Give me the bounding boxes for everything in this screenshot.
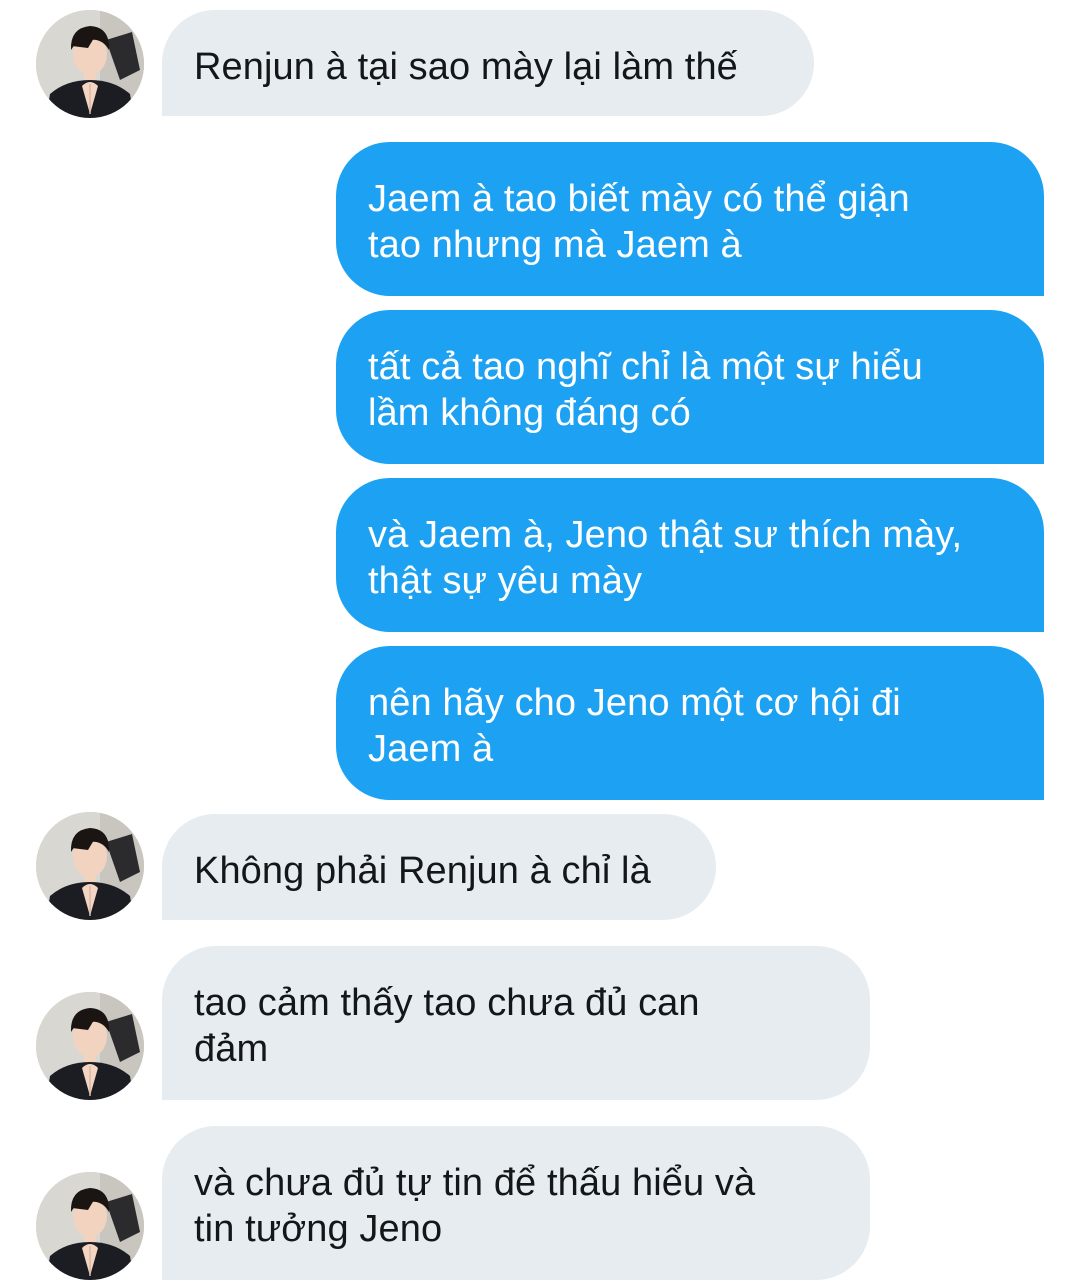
incoming-message-bubble[interactable]: và chưa đủ tự tin để thấu hiểu và tin tư… bbox=[162, 1126, 870, 1280]
contact-avatar[interactable] bbox=[36, 1172, 144, 1280]
outgoing-message-bubble[interactable]: và Jaem à, Jeno thật sư thích mày, thật … bbox=[336, 478, 1044, 632]
avatar-photo-icon bbox=[36, 992, 144, 1100]
outgoing-message-bubble[interactable]: nên hãy cho Jeno một cơ hội đi Jaem à bbox=[336, 646, 1044, 800]
contact-avatar[interactable] bbox=[36, 10, 144, 118]
incoming-message-bubble[interactable]: Renjun à tại sao mày lại làm thế bbox=[162, 10, 814, 116]
message-thread: Renjun à tại sao mày lại làm thế Jaem à … bbox=[0, 0, 1080, 1288]
contact-avatar[interactable] bbox=[36, 812, 144, 920]
contact-avatar[interactable] bbox=[36, 992, 144, 1100]
outgoing-message-bubble[interactable]: tất cả tao nghĩ chỉ là một sự hiểu lầm k… bbox=[336, 310, 1044, 464]
avatar-photo-icon bbox=[36, 10, 144, 118]
outgoing-message-bubble[interactable]: Jaem à tao biết mày có thể giận tao nhưn… bbox=[336, 142, 1044, 296]
incoming-message-bubble[interactable]: Không phải Renjun à chỉ là bbox=[162, 814, 716, 920]
avatar-photo-icon bbox=[36, 812, 144, 920]
avatar-photo-icon bbox=[36, 1172, 144, 1280]
incoming-message-bubble[interactable]: tao cảm thấy tao chưa đủ can đảm bbox=[162, 946, 870, 1100]
